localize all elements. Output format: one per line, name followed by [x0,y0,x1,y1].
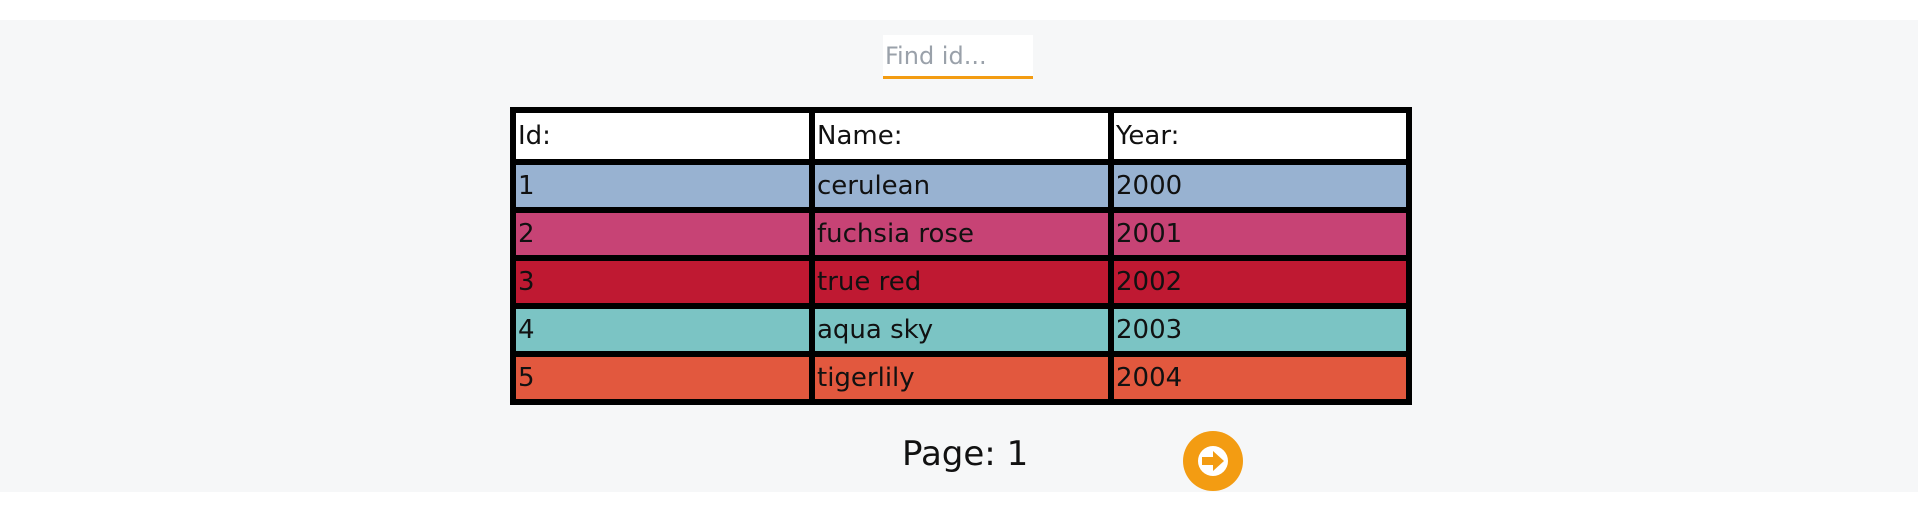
cell-year: 2002 [1111,258,1409,306]
table-row: 3 true red 2002 [513,258,1409,306]
table-row: 2 fuchsia rose 2001 [513,210,1409,258]
cell-id: 1 [513,162,812,210]
column-header-year: Year: [1111,110,1409,162]
cell-id: 3 [513,258,812,306]
cell-name: aqua sky [812,306,1111,354]
table-row: 5 tigerlily 2004 [513,354,1409,402]
cell-year: 2001 [1111,210,1409,258]
table-row: 4 aqua sky 2003 [513,306,1409,354]
cell-name: tigerlily [812,354,1111,402]
page-panel: Id: Name: Year: 1 cerulean 2000 2 fuchsi… [0,20,1918,492]
search-container [883,35,1033,79]
cell-id: 5 [513,354,812,402]
cell-year: 2003 [1111,306,1409,354]
arrow-right-icon [1198,446,1228,476]
colors-table: Id: Name: Year: 1 cerulean 2000 2 fuchsi… [510,107,1412,405]
cell-name: true red [812,258,1111,306]
next-page-button[interactable] [1183,431,1243,491]
cell-year: 2004 [1111,354,1409,402]
search-input[interactable] [883,35,1033,79]
cell-id: 4 [513,306,812,354]
cell-year: 2000 [1111,162,1409,210]
column-header-id: Id: [513,110,812,162]
column-header-name: Name: [812,110,1111,162]
cell-name: fuchsia rose [812,210,1111,258]
cell-id: 2 [513,210,812,258]
table-row: 1 cerulean 2000 [513,162,1409,210]
table-header-row: Id: Name: Year: [513,110,1409,162]
page-indicator: Page: 1 [902,434,1029,474]
cell-name: cerulean [812,162,1111,210]
